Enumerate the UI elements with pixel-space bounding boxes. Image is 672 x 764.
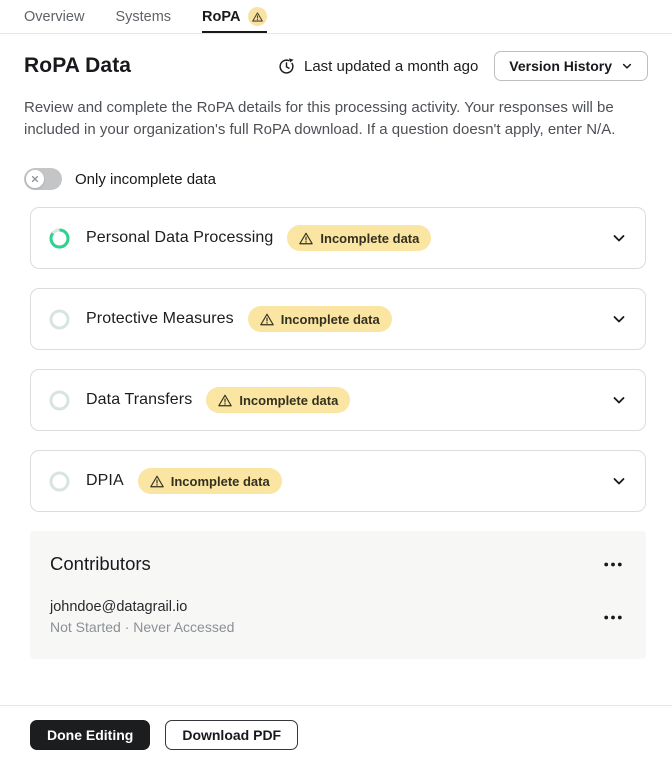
contributor-email: johndoe@datagrail.io (50, 599, 188, 615)
badge-label: Incomplete data (170, 473, 270, 489)
section-title: DPIA (86, 472, 124, 489)
chevron-down-icon[interactable] (611, 473, 627, 489)
tab-label: Systems (115, 8, 172, 25)
ellipsis-icon (604, 562, 622, 566)
contributors-title: Contributors (50, 553, 151, 574)
progress-ring (49, 228, 70, 248)
contributor-status: Not Started · Never Accessed (50, 619, 235, 635)
progress-ring (49, 471, 70, 491)
page-header: RoPA Data Last updated a month ago Versi… (24, 50, 648, 82)
warning-triangle-icon (149, 475, 164, 488)
chevron-down-icon[interactable] (611, 392, 627, 408)
chevron-down-icon[interactable] (611, 311, 627, 327)
section-title: Personal Data Processing (86, 229, 274, 246)
last-updated-text: Last updated a month ago (303, 57, 479, 75)
incomplete-badge: Incomplete data (247, 306, 392, 332)
contributor-row: johndoe@datagrail.io Not Started · Never… (50, 599, 626, 635)
badge-label: Incomplete data (320, 230, 420, 246)
toggle-knob (26, 170, 44, 188)
section-personal-data-processing[interactable]: Personal Data Processing Incomplete data (30, 207, 646, 269)
download-pdf-button[interactable]: Download PDF (165, 720, 299, 750)
chevron-down-icon (621, 60, 633, 72)
warning-triangle-icon (218, 394, 233, 407)
tab-ropa[interactable]: RoPA (202, 0, 268, 33)
tab-label: Overview (24, 8, 85, 25)
contributors-panel: Contributors johndoe@datagrail.io Not St… (30, 531, 646, 659)
contributors-menu-button[interactable] (600, 558, 626, 571)
version-history-label: Version History (509, 58, 612, 74)
warning-triangle-icon (299, 232, 314, 245)
contributor-menu-button[interactable] (600, 611, 626, 624)
progress-ring (49, 309, 70, 329)
page-description: Review and complete the RoPA details for… (24, 99, 616, 138)
tab-label: RoPA (202, 8, 241, 25)
badge-label: Incomplete data (280, 311, 380, 327)
history-clock-icon (278, 57, 295, 75)
version-history-button[interactable]: Version History (494, 51, 648, 81)
incomplete-badge: Incomplete data (206, 387, 351, 413)
chevron-down-icon[interactable] (611, 230, 627, 246)
ropa-sections: Personal Data Processing Incomplete data… (30, 207, 646, 512)
last-updated: Last updated a month ago (278, 58, 478, 75)
section-title: Data Transfers (86, 391, 193, 408)
tab-bar: Overview Systems RoPA (0, 0, 672, 34)
badge-label: Incomplete data (239, 392, 339, 408)
footer-actions: Done Editing Download PDF (0, 705, 672, 764)
incomplete-badge: Incomplete data (137, 468, 282, 494)
warning-triangle-icon (248, 7, 268, 26)
warning-triangle-icon (259, 313, 274, 326)
only-incomplete-toggle[interactable] (24, 168, 62, 190)
tab-systems[interactable]: Systems (115, 0, 171, 33)
done-editing-button[interactable]: Done Editing (30, 720, 151, 750)
ellipsis-icon (604, 615, 622, 619)
incomplete-filter-row: Only incomplete data (24, 168, 648, 190)
progress-ring (49, 390, 70, 410)
section-protective-measures[interactable]: Protective Measures Incomplete data (30, 288, 646, 350)
header-right: Last updated a month ago Version History (278, 51, 648, 81)
section-data-transfers[interactable]: Data Transfers Incomplete data (30, 369, 646, 431)
contributor-info: johndoe@datagrail.io Not Started · Never… (50, 599, 234, 635)
tab-overview[interactable]: Overview (24, 0, 84, 33)
toggle-label: Only incomplete data (75, 170, 216, 188)
page-title: RoPA Data (24, 54, 132, 77)
incomplete-badge: Incomplete data (287, 225, 432, 251)
section-dpia[interactable]: DPIA Incomplete data (30, 450, 646, 512)
section-title: Protective Measures (86, 310, 234, 327)
x-icon (31, 175, 39, 183)
